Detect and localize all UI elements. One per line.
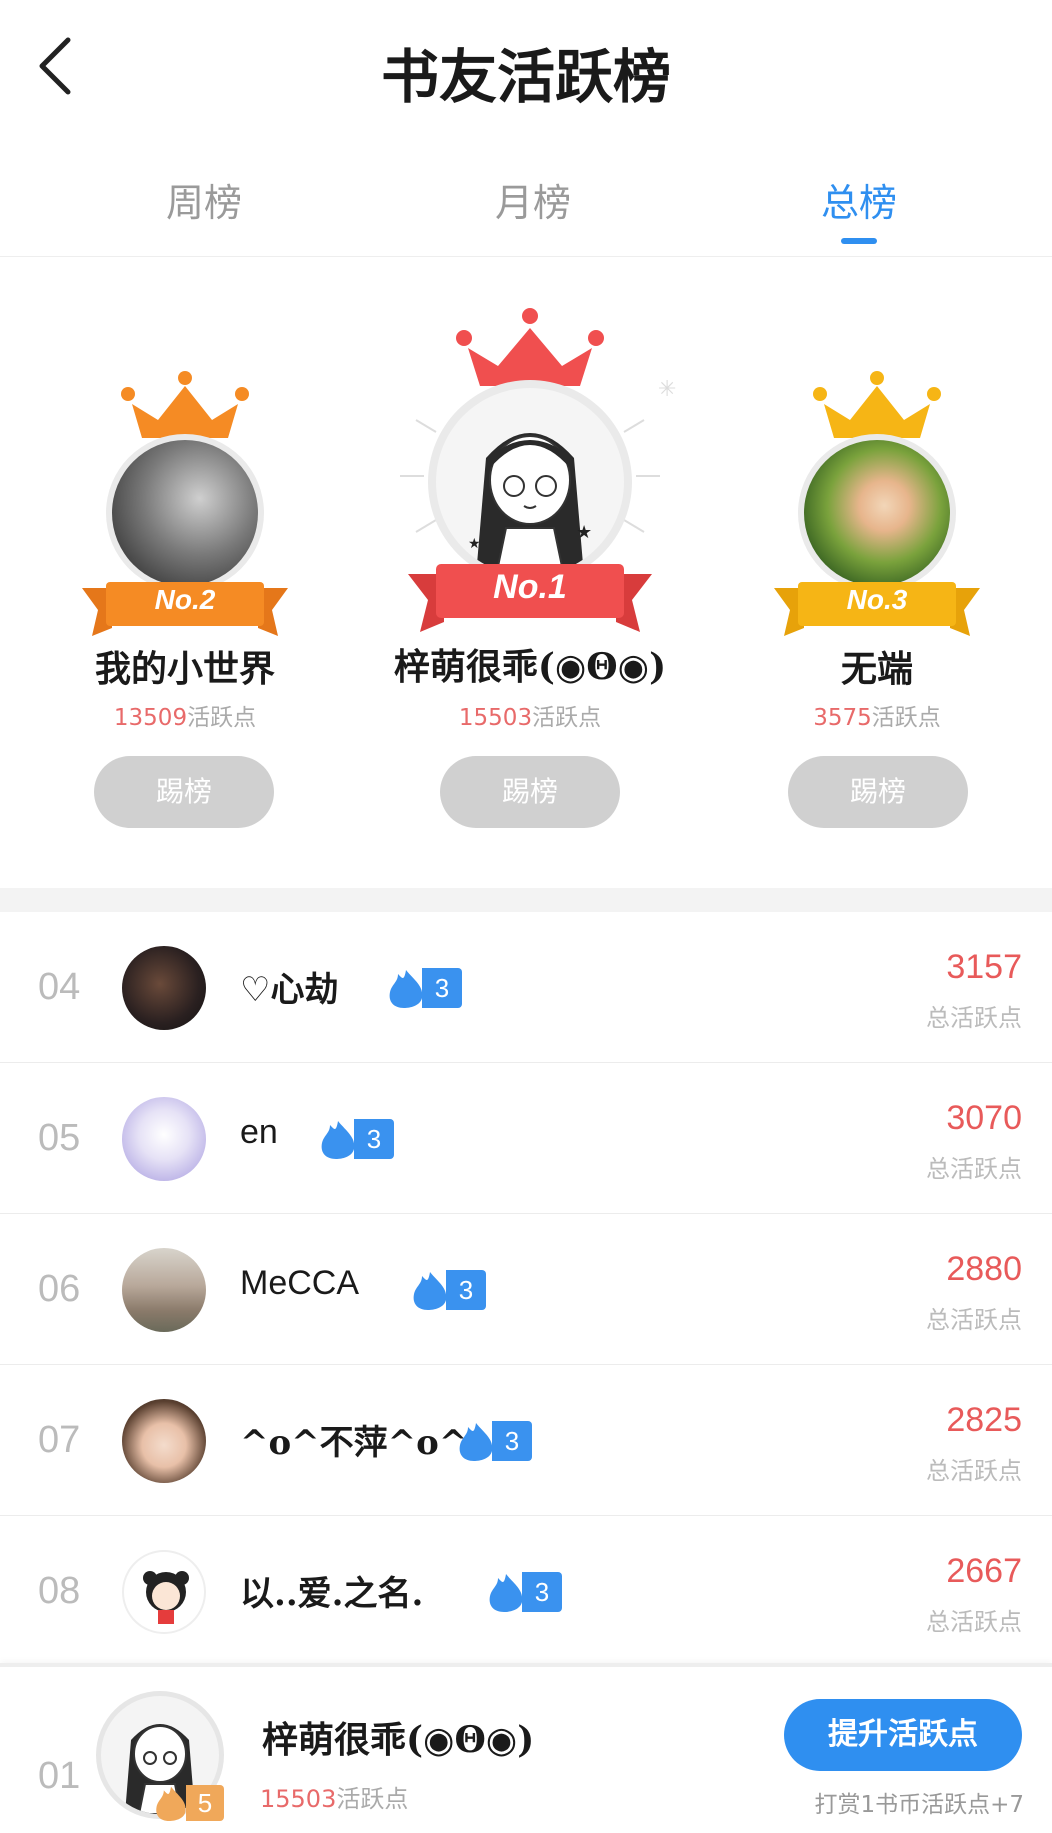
podium-first: ✳ ★ ★ No.1 梓萌很乖(◉Θ◉) 15503活跃点 踢榜 bbox=[380, 258, 680, 858]
svg-text:★: ★ bbox=[468, 536, 481, 552]
page-title: 书友活跃榜 bbox=[380, 43, 671, 111]
avatar[interactable] bbox=[122, 1399, 206, 1483]
score-value: 2825 bbox=[946, 1401, 1022, 1439]
score-unit: 总活跃点 bbox=[926, 1608, 1022, 1636]
rank-number: 04 bbox=[38, 966, 81, 1008]
avatar[interactable] bbox=[122, 946, 206, 1030]
boost-activity-button[interactable]: 提升活跃点 bbox=[784, 1699, 1022, 1771]
list-item[interactable]: 05 en 3 3070 总活跃点 bbox=[0, 1063, 1052, 1214]
tab-weekly[interactable]: 周榜 bbox=[104, 172, 304, 227]
level-badge: 3 bbox=[484, 1572, 564, 1612]
crown-icon bbox=[121, 371, 249, 438]
my-ranking-bar: 01 5 梓萌很乖(◉Θ◉) 15503活跃点 提升活跃点 打赏1书币活跃点+7 bbox=[0, 1663, 1052, 1833]
score-value: 3070 bbox=[946, 1099, 1022, 1137]
level-badge: 3 bbox=[454, 1421, 534, 1461]
user-name: MeCCA bbox=[240, 1264, 360, 1302]
list-item[interactable]: 04 ♡心劫 3 3157 总活跃点 bbox=[0, 912, 1052, 1063]
tab-bar: 周榜 月榜 总榜 bbox=[0, 150, 1052, 257]
user-score: 3575活跃点 bbox=[813, 705, 941, 731]
active-tab-indicator bbox=[841, 238, 877, 244]
score-unit: 总活跃点 bbox=[926, 1306, 1022, 1334]
kick-button[interactable]: 踢榜 bbox=[788, 756, 968, 828]
my-rank-number: 01 bbox=[38, 1755, 81, 1797]
rank-number: 05 bbox=[38, 1117, 81, 1159]
avatar[interactable] bbox=[804, 440, 950, 586]
user-name: ^o^不萍^o^ bbox=[240, 1423, 468, 1463]
level-badge: 3 bbox=[316, 1119, 396, 1159]
podium-second: No.2 我的小世界 13509活跃点 踢榜 bbox=[70, 258, 300, 858]
score-value: 2667 bbox=[946, 1552, 1022, 1590]
svg-text:✳: ✳ bbox=[658, 377, 676, 402]
user-name: en bbox=[240, 1113, 278, 1151]
tab-total[interactable]: 总榜 bbox=[759, 172, 959, 227]
podium: No.2 我的小世界 13509活跃点 踢榜 ✳ ★ ★ No.1 梓萌很乖(◉… bbox=[0, 258, 1052, 888]
rank-number: 07 bbox=[38, 1419, 81, 1461]
score-value: 3157 bbox=[946, 948, 1022, 986]
podium-third: No.3 无端 3575活跃点 踢榜 bbox=[762, 258, 992, 858]
kick-button[interactable]: 踢榜 bbox=[94, 756, 274, 828]
user-name: 我的小世界 bbox=[94, 648, 275, 690]
list-item[interactable]: 07 ^o^不萍^o^ 3 2825 总活跃点 bbox=[0, 1365, 1052, 1516]
crown-icon bbox=[813, 371, 941, 438]
svg-text:★: ★ bbox=[576, 522, 592, 543]
user-name: 梓萌很乖(◉Θ◉) bbox=[393, 646, 667, 688]
avatar[interactable] bbox=[122, 1248, 206, 1332]
cartoon-girl-illustration bbox=[143, 1571, 189, 1624]
avatar[interactable] bbox=[112, 440, 258, 586]
reward-tip: 打赏1书币活跃点+7 bbox=[814, 1792, 1024, 1818]
score-unit: 总活跃点 bbox=[926, 1004, 1022, 1032]
score-value: 2880 bbox=[946, 1250, 1022, 1288]
avatar[interactable]: ★ ★ bbox=[436, 388, 624, 576]
score-unit: 总活跃点 bbox=[926, 1155, 1022, 1183]
rank-number: 08 bbox=[38, 1570, 81, 1612]
level-badge: 3 bbox=[384, 968, 464, 1008]
header: 书友活跃榜 bbox=[0, 0, 1052, 140]
user-score: 13509活跃点 bbox=[113, 705, 257, 731]
level-badge: 5 bbox=[150, 1785, 224, 1821]
user-score: 15503活跃点 bbox=[458, 705, 602, 731]
list-item[interactable]: 08 以..爱.之名. 3 2667 总活跃点 bbox=[0, 1516, 1052, 1667]
kick-button[interactable]: 踢榜 bbox=[440, 756, 620, 828]
user-name: 无端 bbox=[840, 648, 913, 690]
user-name: 以..爱.之名. bbox=[240, 1574, 424, 1614]
my-score: 15503活跃点 bbox=[260, 1785, 409, 1813]
rank-number: 06 bbox=[38, 1268, 81, 1310]
avatar[interactable] bbox=[122, 1550, 206, 1634]
level-badge: 3 bbox=[408, 1270, 488, 1310]
avatar[interactable] bbox=[122, 1097, 206, 1181]
my-name: 梓萌很乖(◉Θ◉) bbox=[262, 1719, 535, 1761]
section-divider bbox=[0, 888, 1052, 912]
tab-monthly[interactable]: 月榜 bbox=[433, 172, 633, 227]
list-item[interactable]: 06 MeCCA 3 2880 总活跃点 bbox=[0, 1214, 1052, 1365]
anime-girl-illustration: ★ ★ bbox=[468, 433, 592, 576]
score-unit: 总活跃点 bbox=[926, 1457, 1022, 1485]
user-name: ♡心劫 bbox=[240, 970, 339, 1010]
